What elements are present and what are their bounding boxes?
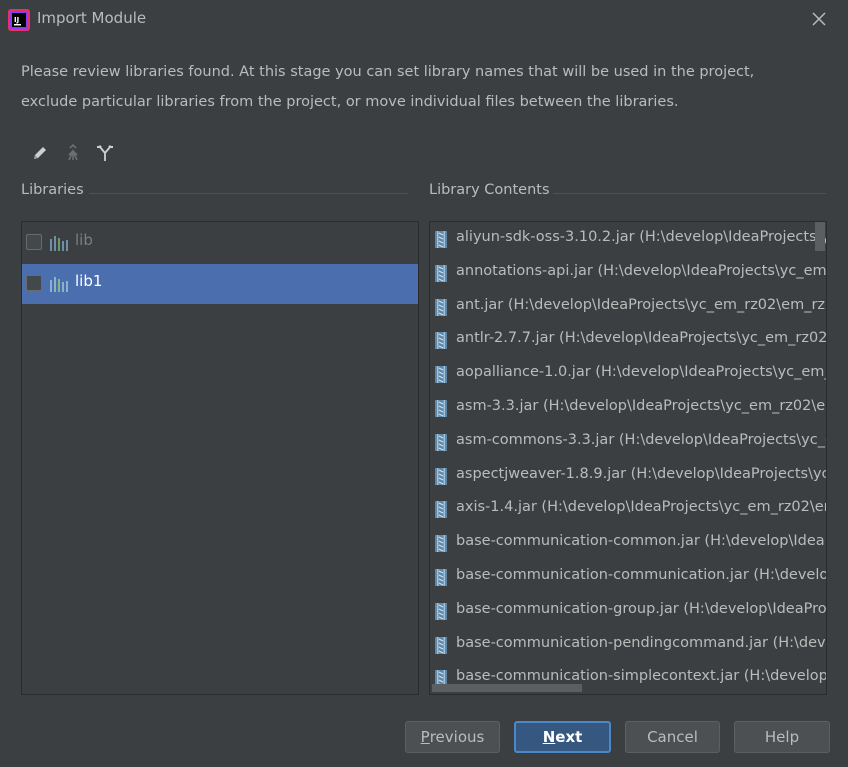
previous-mnemonic: P xyxy=(420,728,430,746)
jar-file-name: antlr-2.7.7.jar (H:\develop\IdeaProjects… xyxy=(456,330,827,347)
previous-label: revious xyxy=(429,728,485,746)
jar-icon xyxy=(435,264,447,282)
jar-list-item[interactable]: base-communication-group.jar (H:\develop… xyxy=(430,596,826,626)
jar-icon xyxy=(435,298,447,316)
jar-file-name: base-communication-group.jar (H:\develop… xyxy=(456,600,827,617)
libraries-list[interactable]: lib lib1 xyxy=(21,221,419,695)
library-item-lib1[interactable]: lib1 xyxy=(22,264,418,304)
next-button[interactable]: Next xyxy=(514,721,611,753)
library-contents-header: Library Contents xyxy=(429,182,550,198)
jar-icon xyxy=(435,501,447,519)
merge-icon xyxy=(68,143,78,161)
library-name: lib xyxy=(75,231,93,249)
svg-text:IJ: IJ xyxy=(14,16,19,24)
jar-list-item[interactable]: aliyun-sdk-oss-3.10.2.jar (H:\develop\Id… xyxy=(430,224,826,254)
jar-list-item[interactable]: antlr-2.7.7.jar (H:\develop\IdeaProjects… xyxy=(430,325,826,355)
jar-icon xyxy=(435,400,447,417)
jar-icon xyxy=(435,569,447,586)
horizontal-scrollbar[interactable] xyxy=(432,684,582,692)
jar-icon xyxy=(435,433,447,451)
jar-file-name: base-communication-simplecontext.jar (H:… xyxy=(456,668,827,685)
cancel-button[interactable]: Cancel xyxy=(625,721,720,753)
jar-icon xyxy=(435,332,447,350)
jar-file-name: base-communication-pendingcommand.jar (H… xyxy=(456,634,827,651)
jar-icon xyxy=(435,636,447,654)
jar-file-name: ant.jar (H:\develop\IdeaProjects\yc_em_r… xyxy=(456,296,827,313)
jar-file-name: axis-1.4.jar (H:\develop\IdeaProjects\yc… xyxy=(456,499,827,516)
jar-list-item[interactable]: asm-commons-3.3.jar (H:\develop\IdeaProj… xyxy=(430,427,826,457)
description-line-1: Please review libraries found. At this s… xyxy=(21,64,755,80)
library-icon xyxy=(50,236,68,251)
edit-icon xyxy=(34,147,46,159)
jar-list-item[interactable]: annotations-api.jar (H:\develop\IdeaProj… xyxy=(430,258,826,288)
merge-libraries-button[interactable] xyxy=(61,141,85,165)
window-title: Import Module xyxy=(37,9,147,27)
description-line-2: exclude particular libraries from the pr… xyxy=(21,94,679,110)
jar-icon xyxy=(435,366,447,384)
jar-list-item[interactable]: base-communication-pendingcommand.jar (H… xyxy=(430,630,826,660)
jar-file-name: aliyun-sdk-oss-3.10.2.jar (H:\develop\Id… xyxy=(456,229,827,245)
previous-button[interactable]: Previous xyxy=(405,721,500,753)
jar-file-name: base-communication-communication.jar (H:… xyxy=(456,567,827,583)
jar-icon xyxy=(435,467,447,485)
jar-file-name: annotations-api.jar (H:\develop\IdeaProj… xyxy=(456,262,827,279)
jar-list-item[interactable]: aopalliance-1.0.jar (H:\develop\IdeaProj… xyxy=(430,359,826,389)
jar-list-item[interactable]: base-communication-common.jar (H:\develo… xyxy=(430,528,826,558)
library-name: lib1 xyxy=(75,272,103,290)
rename-library-button[interactable] xyxy=(28,141,52,165)
library-checkbox[interactable] xyxy=(26,234,42,250)
library-item-lib[interactable]: lib xyxy=(22,222,418,262)
jar-list-item[interactable]: ant.jar (H:\develop\IdeaProjects\yc_em_r… xyxy=(430,292,826,322)
library-checkbox[interactable] xyxy=(26,275,42,291)
jar-list-item[interactable]: aspectjweaver-1.8.9.jar (H:\develop\Idea… xyxy=(430,461,826,491)
help-button[interactable]: Help xyxy=(734,721,830,753)
jar-file-name: base-communication-common.jar (H:\develo… xyxy=(456,533,827,550)
jar-icon xyxy=(435,602,447,620)
jar-list-item[interactable]: base-communication-communication.jar (H:… xyxy=(430,562,826,592)
title-bar: IJ Import Module xyxy=(0,0,848,38)
contents-separator xyxy=(553,193,826,194)
library-icon xyxy=(50,277,68,292)
next-label: ext xyxy=(555,728,583,746)
library-contents-list[interactable]: aliyun-sdk-oss-3.10.2.jar (H:\develop\Id… xyxy=(429,221,827,695)
split-library-button[interactable] xyxy=(93,141,117,165)
vertical-scrollbar[interactable] xyxy=(815,222,825,251)
libraries-separator xyxy=(89,193,408,194)
jar-file-name: asm-3.3.jar (H:\develop\IdeaProjects\yc_… xyxy=(456,398,827,414)
jar-list-item[interactable]: axis-1.4.jar (H:\develop\IdeaProjects\yc… xyxy=(430,494,826,524)
jar-file-name: asm-commons-3.3.jar (H:\develop\IdeaProj… xyxy=(456,431,827,448)
libraries-header: Libraries xyxy=(21,182,84,198)
next-mnemonic: N xyxy=(542,728,556,746)
jar-file-name: aspectjweaver-1.8.9.jar (H:\develop\Idea… xyxy=(456,465,827,482)
jar-icon xyxy=(435,535,447,553)
jar-icon xyxy=(435,231,447,248)
jar-list-item[interactable]: asm-3.3.jar (H:\develop\IdeaProjects\yc_… xyxy=(430,393,826,423)
jar-file-name: aopalliance-1.0.jar (H:\develop\IdeaProj… xyxy=(456,364,827,381)
intellij-idea-icon: IJ xyxy=(8,9,30,31)
split-icon xyxy=(97,145,113,161)
close-icon[interactable] xyxy=(808,8,830,30)
